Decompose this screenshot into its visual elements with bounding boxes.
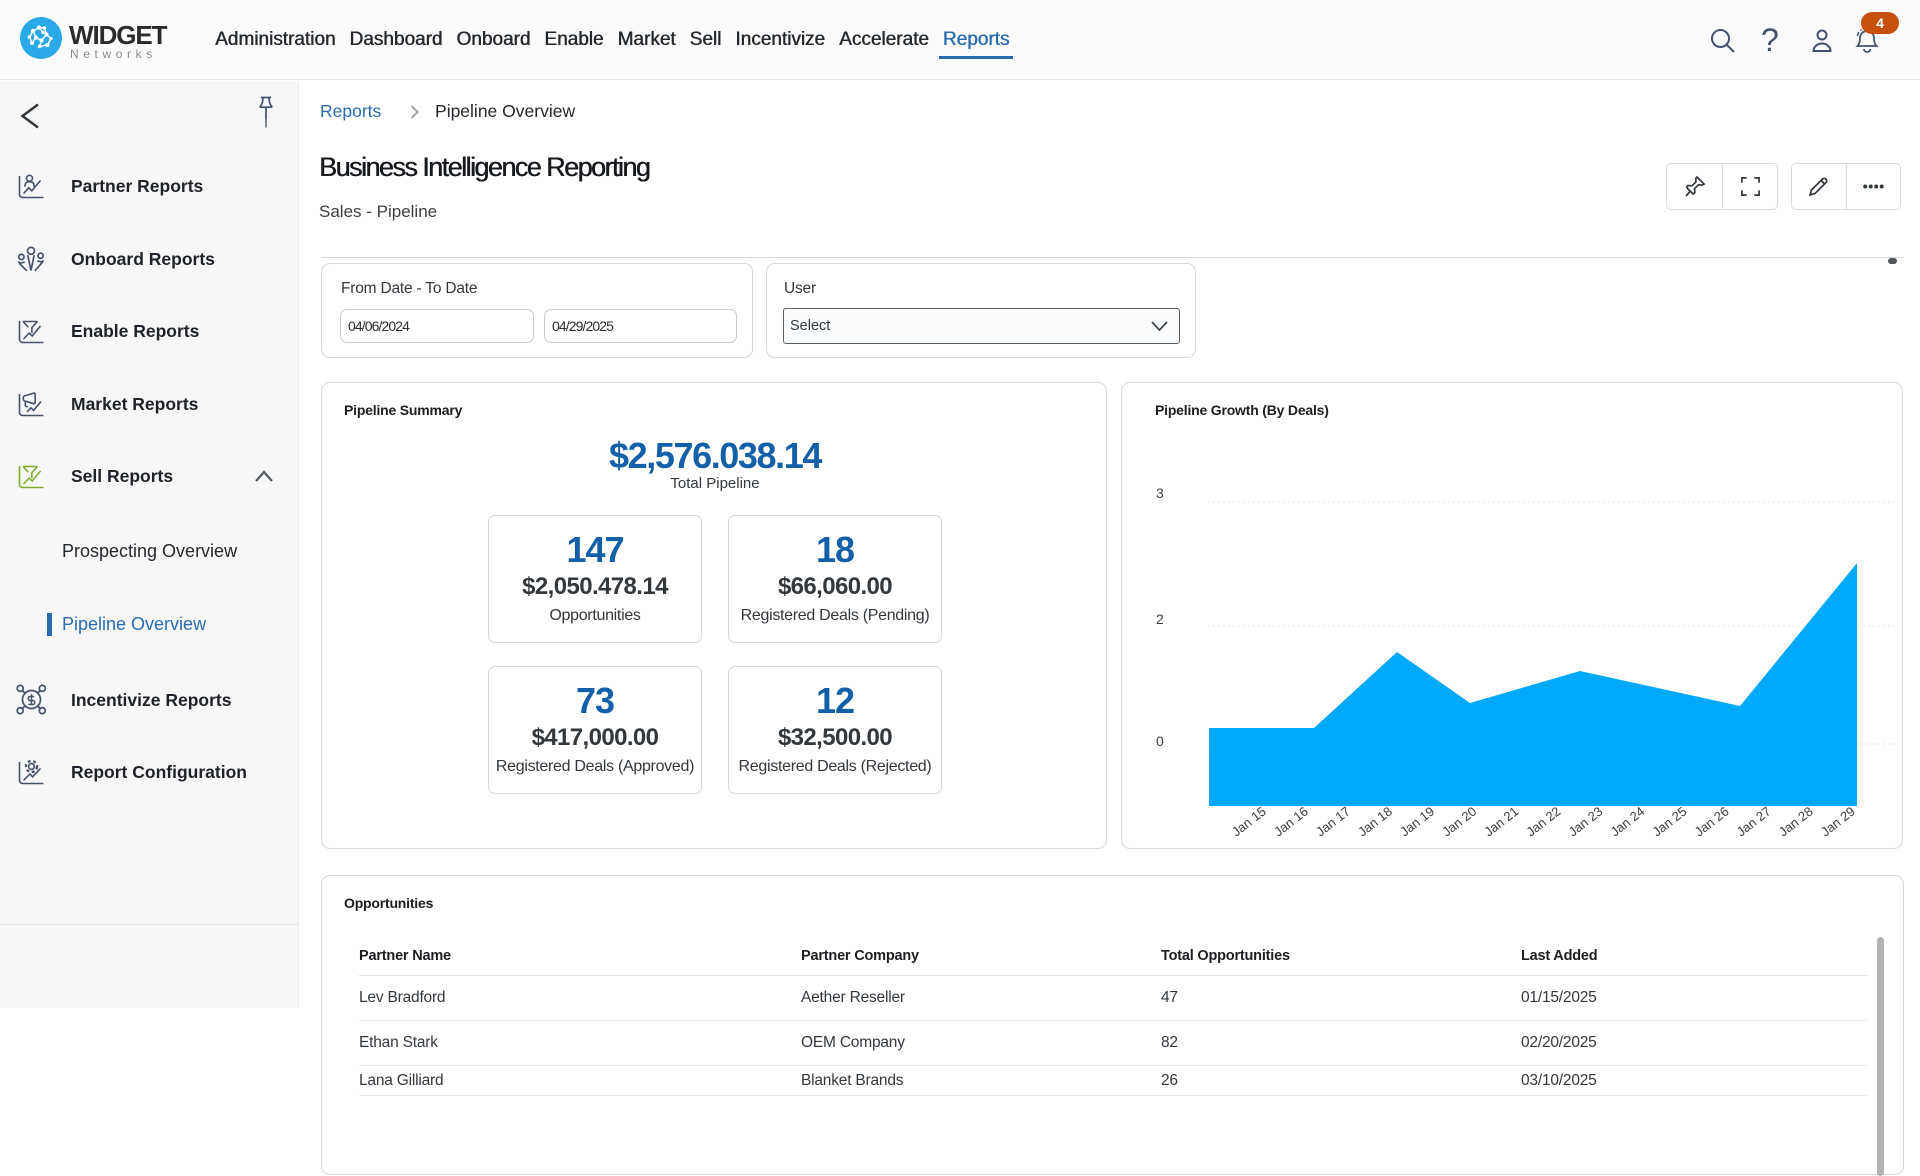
svg-text:Jan 22: Jan 22 <box>1523 804 1563 840</box>
svg-text:Jan 25: Jan 25 <box>1650 804 1690 840</box>
svg-text:Jan 16: Jan 16 <box>1271 804 1311 840</box>
svg-text:Jan 28: Jan 28 <box>1776 804 1816 840</box>
svg-text:Jan 26: Jan 26 <box>1692 804 1732 840</box>
svg-text:Jan 17: Jan 17 <box>1313 804 1353 840</box>
svg-text:Jan 19: Jan 19 <box>1397 804 1437 840</box>
svg-text:2: 2 <box>1156 611 1164 627</box>
svg-text:Jan 24: Jan 24 <box>1607 804 1647 840</box>
svg-text:Jan 27: Jan 27 <box>1734 804 1774 840</box>
svg-text:Jan 21: Jan 21 <box>1481 804 1521 840</box>
svg-text:Jan 18: Jan 18 <box>1355 804 1395 840</box>
svg-text:0: 0 <box>1156 733 1164 749</box>
svg-text:Jan 15: Jan 15 <box>1229 804 1269 840</box>
svg-text:Jan 20: Jan 20 <box>1439 804 1479 840</box>
svg-text:3: 3 <box>1156 485 1164 501</box>
svg-text:Jan 29: Jan 29 <box>1818 804 1858 840</box>
svg-text:Jan 23: Jan 23 <box>1565 804 1605 840</box>
